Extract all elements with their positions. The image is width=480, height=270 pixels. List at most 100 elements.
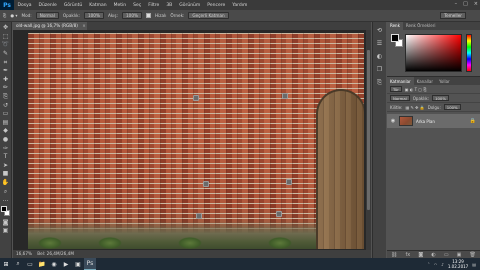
canvas-area[interactable] [13,30,371,250]
canvas-scrollbar[interactable] [366,30,371,250]
quick-mask-icon[interactable]: ◙ [1,218,10,227]
aligned-checkbox[interactable] [145,13,151,18]
app-icon[interactable]: ▣ [72,258,84,270]
eyedropper-icon[interactable]: ✒ [1,67,10,76]
menu-select[interactable]: Seç [130,3,145,8]
menu-type[interactable]: Metin [110,3,130,8]
link-layers-icon[interactable]: ⛓ [391,252,397,258]
quick-select-icon[interactable]: ✎ [1,50,10,59]
new-layer-icon[interactable]: ▣ [457,252,462,258]
browser-icon[interactable]: ◉ [48,258,60,270]
group-icon[interactable]: ▭ [444,252,449,258]
opacity-input[interactable]: 100% [83,12,104,19]
menu-help[interactable]: Yardım [229,3,251,8]
file-explorer-icon[interactable]: 📁 [36,258,48,270]
foreground-color-swatch[interactable] [391,34,399,42]
photoshop-taskbar-icon[interactable]: Ps [84,258,96,270]
menu-file[interactable]: Dosya [14,3,35,8]
tab-color[interactable]: Renk [387,22,403,30]
hand-icon[interactable]: ✋ [1,179,10,188]
maximize-button[interactable]: □ [463,1,468,7]
path-select-icon[interactable]: ➤ [1,162,10,171]
screen-mode-icon[interactable]: ▣ [1,227,10,236]
scrollbar-thumb[interactable] [367,50,370,210]
brush-preset-picker[interactable]: ● ▾ [10,13,17,18]
brush-icon[interactable]: ✏ [1,84,10,93]
clone-source-icon[interactable]: ⎘ [375,78,384,87]
layer-style-icon[interactable]: fx [406,252,411,258]
lock-icons[interactable]: ▦ ✎ ✥ 🔒 [405,105,424,110]
blend-mode-select[interactable]: Normal [390,95,410,101]
type-icon[interactable]: T [1,153,10,162]
zoom-icon[interactable]: ⌕ [1,187,10,196]
adjustment-layer-icon[interactable]: ◐ [431,252,435,258]
menu-edit[interactable]: Düzenle [35,3,60,8]
windows-start-icon[interactable]: ⊞ [0,258,12,270]
tray-arrow-icon[interactable]: ˄ [428,262,430,267]
clone-stamp-icon[interactable]: ⎘ [1,93,10,102]
marquee-icon[interactable]: ⬚ [1,33,10,42]
minimize-button[interactable]: – [455,1,458,7]
more-tools-icon[interactable]: … [1,196,10,205]
filter-icons[interactable]: ▣ ◐ T ▢ ⎘ [405,87,427,92]
libraries-icon[interactable]: ❐ [375,65,384,74]
tab-channels[interactable]: Kanallar [414,77,436,85]
rectangle-icon[interactable]: ■ [1,170,10,179]
media-player-icon[interactable]: ▶ [60,258,72,270]
eraser-icon[interactable]: ▭ [1,110,10,119]
canvas-image[interactable] [28,33,364,249]
notifications-icon[interactable]: ▤ [472,262,476,267]
sample-select[interactable]: Geçerli Katman [188,12,229,19]
fill-input[interactable]: 100% [443,104,461,110]
add-mask-icon[interactable]: ◙ [418,252,423,258]
document-tab[interactable]: old-wall.jpg @ 16,7% (RGB/8) × [13,22,87,30]
workspace-select[interactable]: Temeller [440,12,466,19]
healing-brush-icon[interactable]: ✚ [1,76,10,85]
zoom-level[interactable]: 16,67% [16,251,32,256]
menu-3d[interactable]: 3B [163,3,176,8]
menu-layer[interactable]: Katman [86,3,110,8]
network-icon[interactable]: ◠ [434,262,438,267]
adjustments-icon[interactable]: ◐ [375,52,384,61]
gradient-icon[interactable]: ▤ [1,119,10,128]
photoshop-window: Ps Dosya Düzenle Görüntü Katman Metin Se… [0,0,480,270]
foreground-color-swatch[interactable] [0,206,7,213]
delete-layer-icon[interactable]: 🗑 [470,252,476,258]
opacity-label: Opaklık: [62,13,80,18]
task-view-icon[interactable]: ▭ [24,258,36,270]
layer-row-background[interactable]: ◉ Arka Plan 🔒 [387,114,480,128]
lasso-icon[interactable]: ➰ [1,41,10,50]
color-swatches[interactable] [0,206,11,218]
tab-paths[interactable]: Yollar [436,77,453,85]
menu-image[interactable]: Görüntü [60,3,85,8]
crop-icon[interactable]: ⌗ [1,58,10,67]
document-close-icon[interactable]: × [82,23,86,28]
tab-swatches[interactable]: Renk Örnekleri [403,22,439,30]
clock[interactable]: 13:29 1.02.2017 [448,259,468,269]
properties-icon[interactable]: ☰ [375,39,384,48]
volume-icon[interactable]: ♪ [441,262,444,267]
menu-filter[interactable]: Filtre [145,3,163,8]
flow-input[interactable]: 100% [122,12,142,19]
mode-select[interactable]: Normal [35,12,59,19]
layers-filter-row: Tür ▣ ◐ T ▢ ⎘ [387,85,480,94]
clone-stamp-tool-icon[interactable]: ⎘ [3,13,6,18]
layer-filter-select[interactable]: Tür [390,86,402,92]
tab-layers[interactable]: Katmanlar [387,77,414,85]
move-icon[interactable]: ✥ [1,24,10,33]
pen-icon[interactable]: ✑ [1,144,10,153]
layer-name[interactable]: Arka Plan [416,119,435,124]
menu-window[interactable]: Pencere [204,3,229,8]
history-brush-icon[interactable]: ↺ [1,101,10,110]
search-icon[interactable]: ⌕ [12,258,24,270]
dodge-icon[interactable]: ● [1,136,10,145]
close-button[interactable]: × [474,1,478,7]
history-icon[interactable]: ⟲ [375,26,384,35]
hue-slider[interactable] [466,34,472,72]
color-picker-field[interactable] [405,34,462,72]
layer-opacity-input[interactable]: 100% [432,95,449,101]
visibility-eye-icon[interactable]: ◉ [390,118,396,124]
blur-icon[interactable]: ◆ [1,127,10,136]
menu-view[interactable]: Görünüm [176,3,204,8]
layers-panel-tabs: Katmanlar Kanallar Yollar [387,76,480,85]
